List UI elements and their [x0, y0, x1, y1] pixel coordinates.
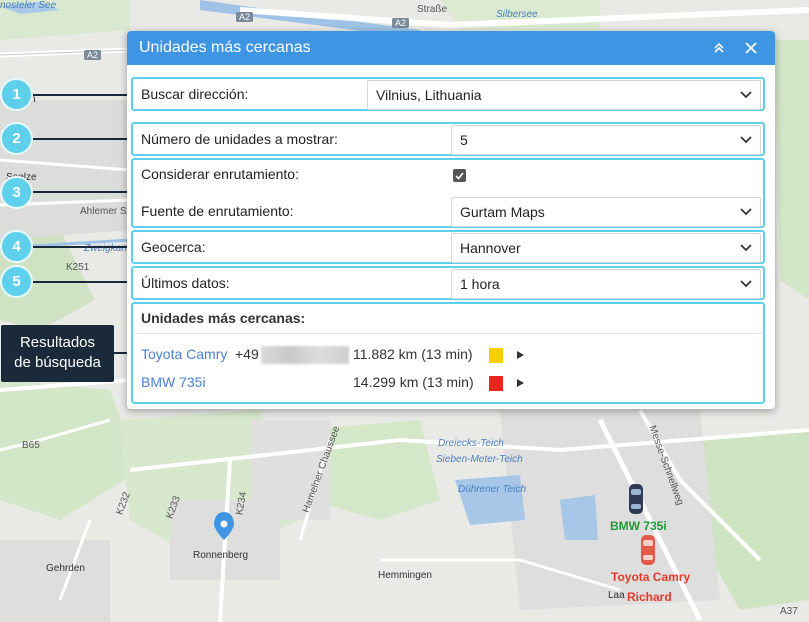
units-count-section: Número de unidades a mostrar: 5	[131, 122, 765, 156]
search-results-callout-line2: de búsqueda	[14, 354, 101, 371]
consider-routing-checkbox[interactable]	[453, 169, 466, 182]
routing-source-select[interactable]: Gurtam Maps	[451, 197, 761, 227]
units-count-label: Número de unidades a mostrar:	[141, 131, 338, 147]
toyota-car-icon	[641, 535, 655, 565]
chevrons-up-icon[interactable]	[707, 36, 731, 60]
search-address-label: Buscar dirección:	[141, 86, 249, 102]
map-label-hemmingen: Hemmingen	[378, 570, 432, 581]
map-label-silbersee: Silbersee	[496, 9, 538, 20]
map-label-ronnenberg: Ronnenberg	[193, 550, 249, 561]
callout-3-line	[33, 191, 133, 193]
close-icon[interactable]	[739, 36, 763, 60]
last-data-section: Últimos datos: 1 hora	[131, 266, 765, 300]
map-car-label-driver[interactable]: Richard	[627, 590, 672, 604]
result-unit-phone: +49	[235, 346, 259, 362]
result-unit-distance: 11.882 km (13 min)	[353, 346, 473, 362]
last-data-select[interactable]: 1 hora	[451, 269, 761, 299]
geofence-select[interactable]: Hannover	[451, 233, 761, 263]
results-header: Unidades más cercanas:	[141, 310, 306, 326]
unit-color-square	[489, 348, 503, 363]
callout-4: 4	[0, 230, 33, 263]
road-badge-a2-left: A2	[84, 50, 102, 60]
play-icon[interactable]	[517, 379, 524, 387]
map-label-dreiecks: Dreiecks-Teich	[438, 438, 504, 449]
bmw-car-icon	[629, 484, 643, 514]
callout-5: 5	[0, 265, 33, 298]
callout-4-line	[33, 246, 133, 248]
map-label-strasse: Straße	[417, 4, 448, 15]
results-divider	[133, 333, 763, 334]
callout-2: 2	[0, 122, 33, 155]
map-label-lake: nosteler See	[0, 0, 57, 11]
callout-2-line	[33, 138, 133, 140]
nearest-units-panel: Unidades más cercanas Buscar dirección: …	[127, 31, 775, 409]
geofence-label: Geocerca:	[141, 239, 206, 255]
map-label-duhrener: Dührener Teich	[458, 484, 527, 495]
callout-5-line	[33, 281, 133, 283]
results-section: Unidades más cercanas: Toyota Camry +49 …	[131, 302, 765, 404]
result-unit-name[interactable]: BMW 735i	[141, 374, 206, 390]
result-unit-name[interactable]: Toyota Camry	[141, 346, 227, 362]
unit-color-square	[489, 376, 503, 391]
routing-source-label: Fuente de enrutamiento:	[141, 203, 294, 219]
map-car-label-bmw[interactable]: BMW 735i	[610, 519, 667, 533]
map-label-b65: B65	[22, 440, 40, 451]
map-label-laa: Laa	[608, 590, 625, 601]
search-address-section: Buscar dirección: Vilnius, Lithuania	[131, 77, 765, 111]
routing-section: Considerar enrutamiento: Fuente de enrut…	[131, 158, 765, 228]
map-label-sieben: Sieben-Meter-Teich	[436, 454, 523, 465]
geofence-section: Geocerca: Hannover	[131, 230, 765, 264]
units-count-select[interactable]: 5	[451, 125, 761, 155]
chevron-down-icon	[740, 280, 752, 288]
last-data-label: Últimos datos:	[141, 275, 230, 291]
callout-1: 1	[0, 78, 33, 111]
panel-header[interactable]: Unidades más cercanas	[127, 31, 775, 65]
result-unit-distance: 14.299 km (13 min)	[353, 374, 474, 390]
search-results-callout: Resultados de búsqueda	[1, 325, 114, 382]
map-label-gehrden: Gehrden	[46, 563, 85, 574]
map-label-k251: K251	[66, 262, 90, 273]
panel-title: Unidades más cercanas	[139, 39, 311, 56]
consider-routing-label: Considerar enrutamiento:	[141, 166, 299, 182]
chevron-down-icon	[740, 208, 752, 216]
callout-3: 3	[0, 176, 33, 209]
road-badge-a2: A2	[236, 12, 254, 22]
phone-redaction	[261, 346, 349, 364]
search-results-callout-line1: Resultados	[19, 334, 96, 351]
callout-1-line	[33, 94, 133, 96]
play-icon[interactable]	[517, 351, 524, 359]
road-badge-a2-right: A2	[392, 18, 410, 28]
map-label-a37: A37	[780, 606, 798, 617]
chevron-down-icon	[740, 91, 752, 99]
map-car-label-toyota[interactable]: Toyota Camry	[611, 570, 690, 584]
search-address-input[interactable]: Vilnius, Lithuania	[367, 80, 761, 110]
map-label-ahlemer: Ahlemer Str	[80, 206, 133, 217]
chevron-down-icon	[740, 136, 752, 144]
chevron-down-icon	[740, 244, 752, 252]
result-row-bmw: BMW 735i 14.299 km (13 min)	[141, 374, 755, 394]
result-row-toyota: Toyota Camry +49 11.882 km (13 min)	[141, 346, 755, 366]
